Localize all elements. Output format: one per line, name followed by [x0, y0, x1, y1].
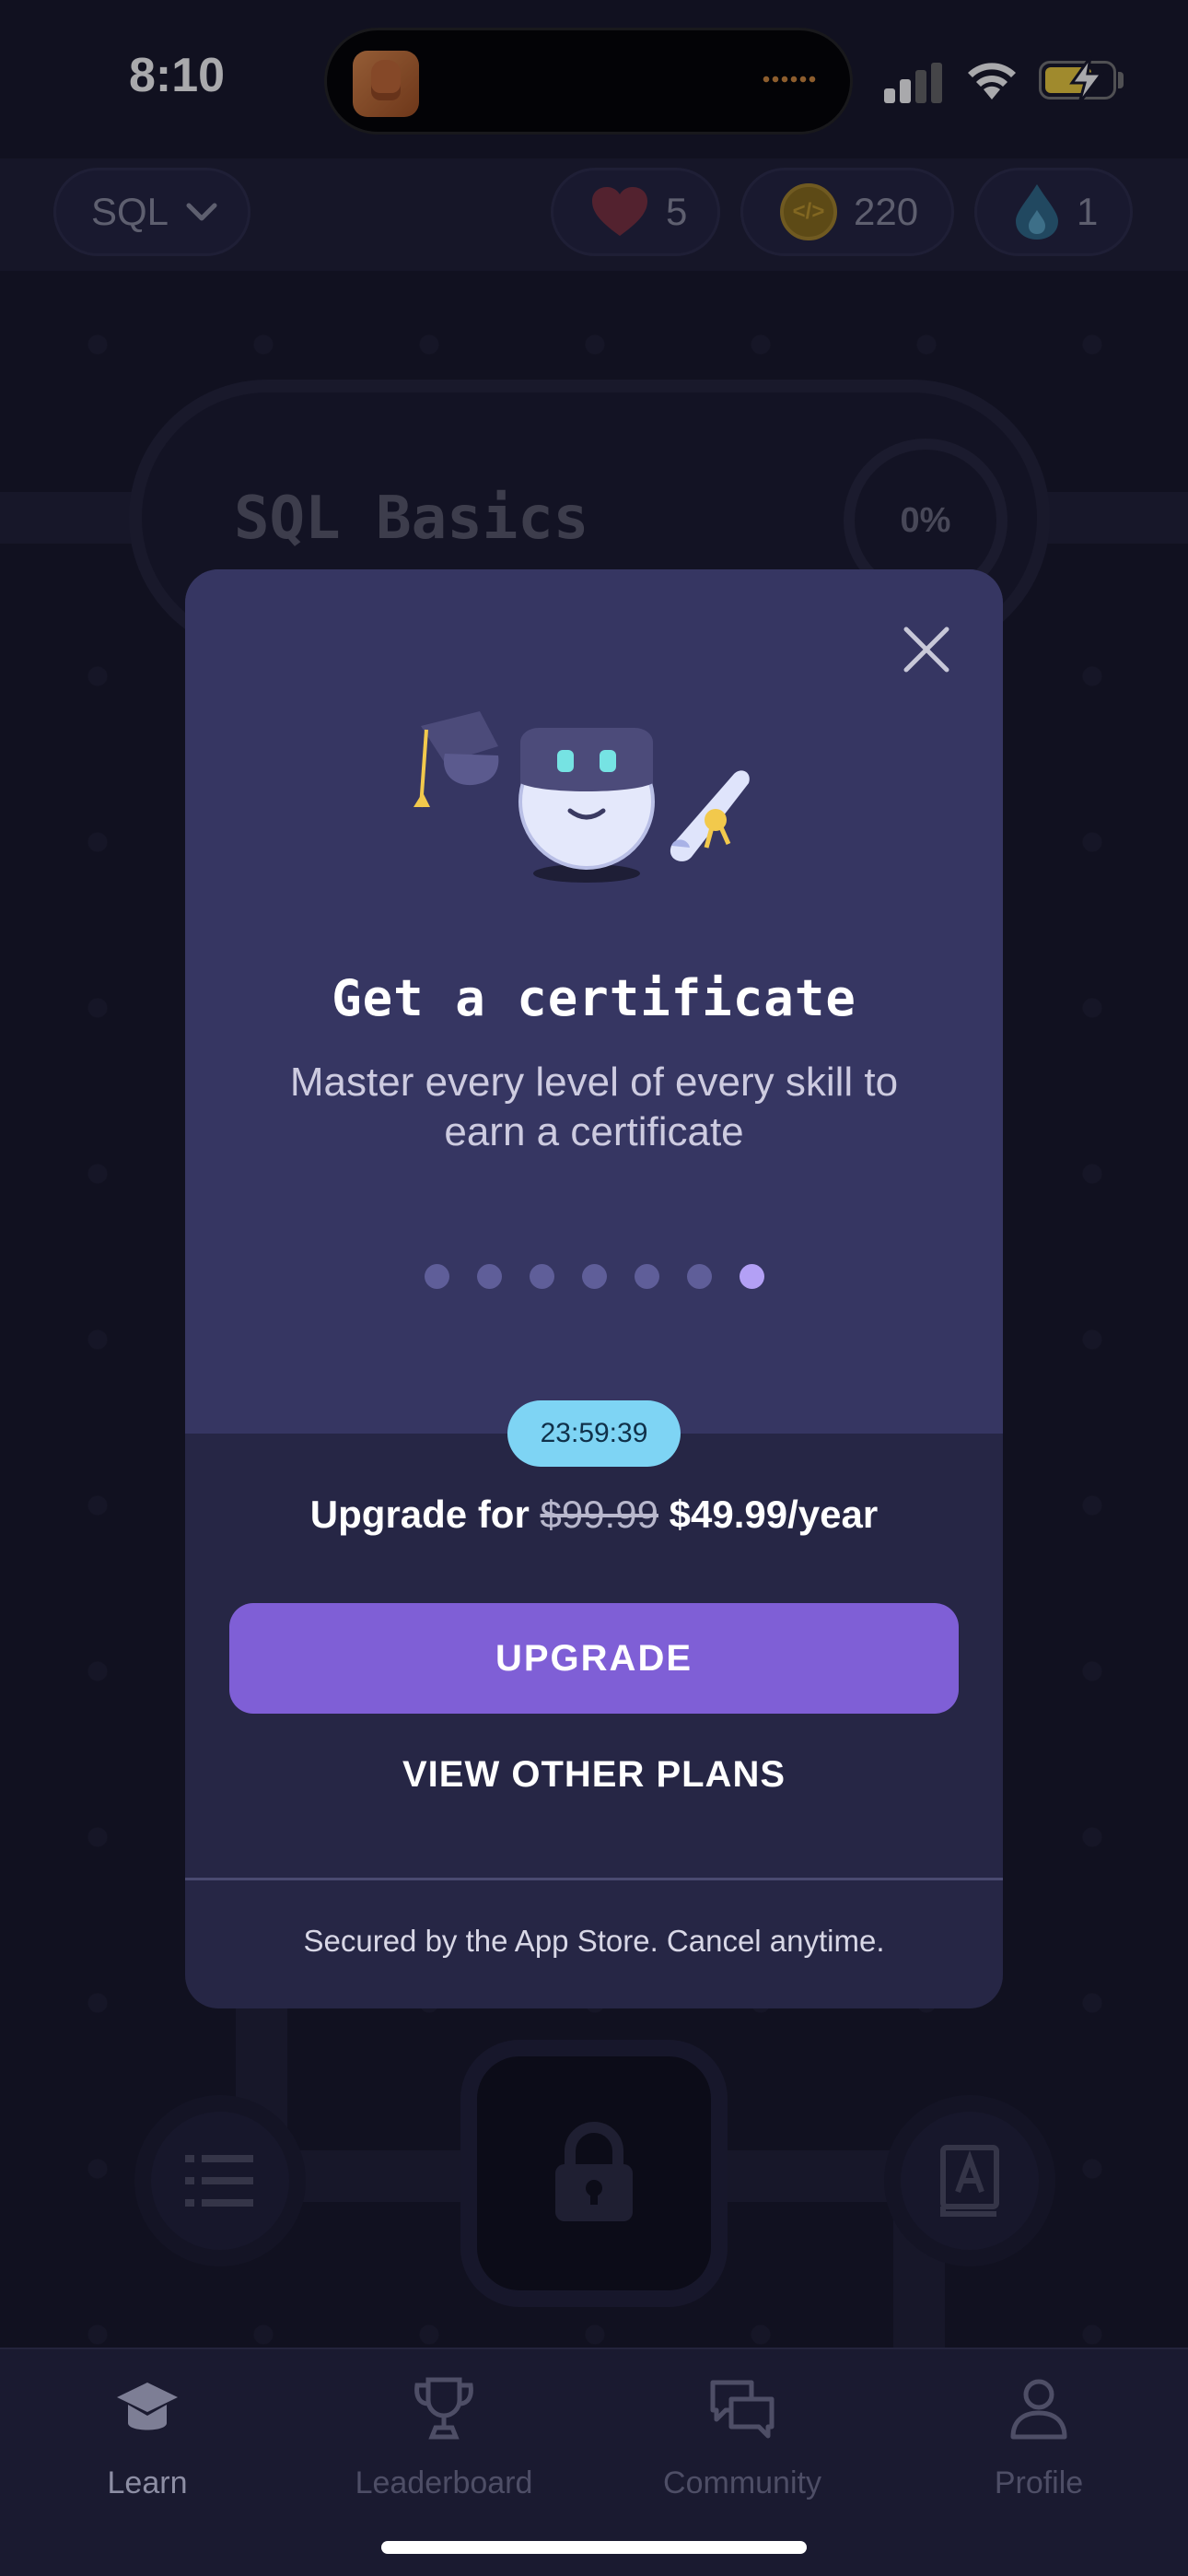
- tab-profile[interactable]: Profile: [919, 2368, 1159, 2524]
- tab-leaderboard[interactable]: Leaderboard: [324, 2368, 564, 2524]
- carousel-dot[interactable]: [424, 1264, 449, 1289]
- old-price: $99.99: [540, 1493, 658, 1536]
- tab-community[interactable]: Community: [623, 2368, 862, 2524]
- graduation-cap-icon: [117, 2383, 178, 2430]
- tab-label: Leaderboard: [355, 2465, 533, 2500]
- modal-carousel-panel: Get a certificate Master every level of …: [185, 569, 1003, 1434]
- tab-label: Profile: [994, 2465, 1084, 2500]
- offer-countdown-timer: 23:59:39: [507, 1400, 681, 1467]
- carousel-dot[interactable]: [686, 1264, 712, 1289]
- upgrade-modal: Get a certificate Master every level of …: [185, 569, 1003, 2008]
- secured-footer-text: Secured by the App Store. Cancel anytime…: [303, 1924, 885, 1958]
- divider: [185, 1878, 1003, 1880]
- modal-title: Get a certificate: [332, 969, 856, 1027]
- carousel-dot[interactable]: [476, 1264, 502, 1289]
- carousel-dot[interactable]: [529, 1264, 554, 1289]
- carousel-pagination: [185, 1264, 1003, 1289]
- modal-subtitle: Master every level of every skill to ear…: [289, 1060, 899, 1154]
- carousel-dot[interactable]: [634, 1264, 659, 1289]
- trophy-icon: [414, 2377, 473, 2440]
- robot-certificate-illustration: [413, 711, 750, 883]
- price-prefix: Upgrade for: [309, 1493, 530, 1536]
- tab-label: Community: [663, 2465, 821, 2500]
- tab-label: Learn: [107, 2465, 188, 2500]
- new-price: $49.99/year: [669, 1493, 879, 1536]
- price-line: Upgrade for $99.99 $49.99/year: [185, 1493, 1003, 1537]
- close-button[interactable]: [894, 617, 959, 682]
- view-other-plans-button[interactable]: VIEW OTHER PLANS: [185, 1741, 1003, 1808]
- person-icon: [1010, 2379, 1067, 2440]
- home-indicator[interactable]: [381, 2541, 807, 2554]
- carousel-dot[interactable]: [581, 1264, 607, 1289]
- tab-learn[interactable]: Learn: [28, 2368, 267, 2524]
- upgrade-button[interactable]: UPGRADE: [229, 1603, 959, 1714]
- close-icon: [903, 626, 949, 673]
- chat-bubbles-icon: [710, 2380, 775, 2439]
- carousel-dot[interactable]: [739, 1264, 764, 1289]
